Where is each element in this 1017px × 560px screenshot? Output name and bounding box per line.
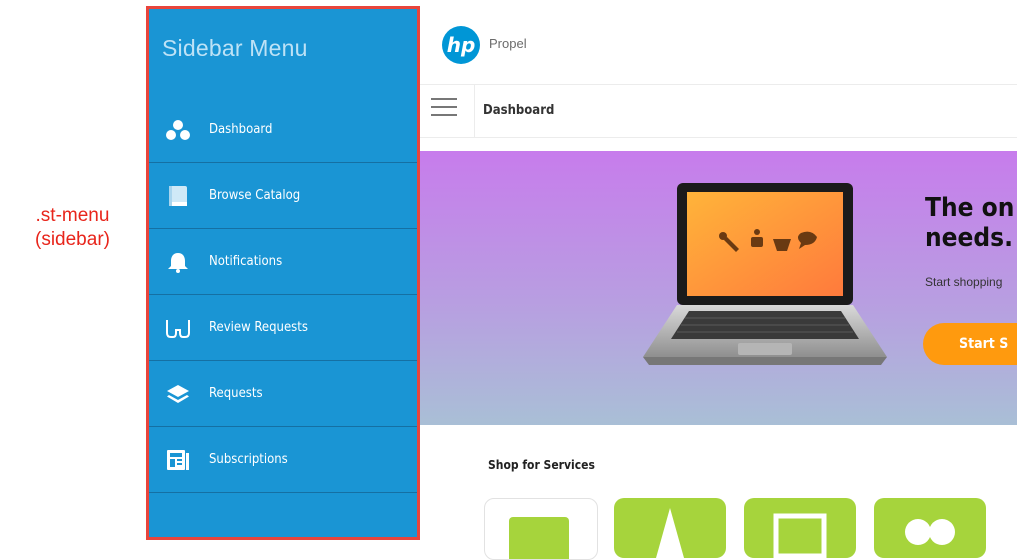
annotation-line-2: (sidebar) bbox=[35, 229, 110, 250]
sidebar-item-label: Requests bbox=[209, 386, 263, 401]
sidebar-item-browse-catalog[interactable]: Browse Catalog bbox=[149, 163, 417, 229]
service-tile-1[interactable] bbox=[484, 498, 598, 560]
sidebar-item-label: Notifications bbox=[209, 254, 283, 269]
sidebar-menu: Sidebar Menu Dashboard Browse Catalog No… bbox=[146, 6, 420, 540]
sidebar-item-label: Dashboard bbox=[209, 122, 273, 137]
layers-icon bbox=[163, 382, 193, 406]
service-tile-2[interactable] bbox=[614, 498, 726, 558]
sidebar-item-subscriptions[interactable]: Subscriptions bbox=[149, 427, 417, 493]
breadcrumb: Dashboard bbox=[483, 103, 555, 118]
nav-bar: Dashboard bbox=[420, 85, 1017, 138]
sidebar-item-requests[interactable]: Requests bbox=[149, 361, 417, 427]
service-tile-3[interactable] bbox=[744, 498, 856, 558]
book-icon bbox=[163, 184, 193, 208]
sidebar-annotation: .st-menu (sidebar) bbox=[0, 204, 145, 252]
newspaper-icon bbox=[163, 448, 193, 472]
main-content: hp Propel Dashboard The on needs. Start … bbox=[420, 0, 1017, 560]
sidebar-list: Dashboard Browse Catalog Notifications R… bbox=[149, 97, 417, 493]
sidebar-item-label: Review Requests bbox=[209, 320, 308, 335]
sidebar-title: Sidebar Menu bbox=[162, 35, 308, 61]
sidebar-item-label: Browse Catalog bbox=[209, 188, 301, 203]
glasses-icon bbox=[163, 316, 193, 340]
shop-section-title: Shop for Services bbox=[488, 458, 595, 472]
hamburger-menu-button[interactable] bbox=[420, 85, 475, 137]
bell-icon bbox=[163, 250, 193, 274]
sidebar-item-label: Subscriptions bbox=[209, 452, 288, 467]
hp-logo-text: hp bbox=[447, 33, 476, 57]
hero-headline-line-1: The on bbox=[925, 193, 1015, 223]
dots-icon bbox=[163, 118, 193, 142]
start-shopping-button[interactable]: Start S bbox=[923, 323, 1017, 365]
annotation-line-1: .st-menu bbox=[35, 205, 110, 226]
hero-headline-line-2: needs. bbox=[925, 223, 1013, 253]
hero-headline: The on needs. bbox=[925, 193, 1014, 253]
brand-name: Propel bbox=[489, 36, 527, 51]
top-header: hp Propel bbox=[420, 0, 1017, 85]
laptop-image bbox=[635, 181, 895, 376]
service-tile-4[interactable] bbox=[874, 498, 986, 558]
hero-subtext: Start shopping bbox=[925, 275, 1003, 289]
hero-banner: The on needs. Start shopping Start S bbox=[420, 151, 1017, 425]
sidebar-item-review-requests[interactable]: Review Requests bbox=[149, 295, 417, 361]
sidebar-item-notifications[interactable]: Notifications bbox=[149, 229, 417, 295]
hp-logo[interactable]: hp bbox=[442, 26, 480, 64]
sidebar-item-dashboard[interactable]: Dashboard bbox=[149, 97, 417, 163]
